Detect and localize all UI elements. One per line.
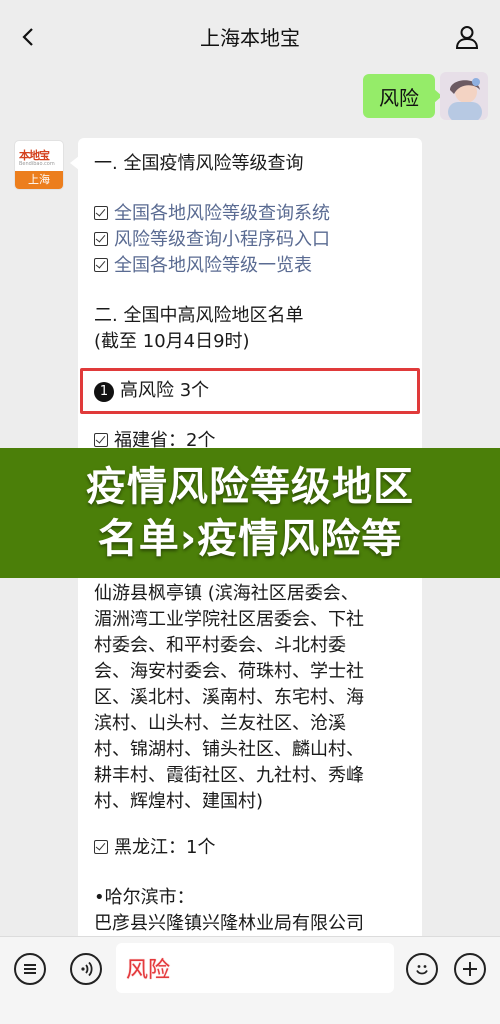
voice-icon — [81, 961, 93, 977]
message-input[interactable]: 风险 — [116, 943, 394, 993]
checkbox-icon — [94, 433, 108, 447]
area-line: 耕丰村、霞街社区、九社村、秀峰 — [94, 765, 364, 786]
user-icon — [455, 26, 479, 49]
checkbox-icon — [94, 206, 108, 220]
section-heading: 一. 全国疫情风险等级查询 — [94, 153, 304, 174]
title-banner: 疫情风险等级地区 名单›疫情风险等 — [0, 448, 500, 578]
banner-line-1: 疫情风险等级地区 — [86, 464, 414, 510]
chat-title: 上海本地宝 — [200, 25, 300, 50]
chevron-left-icon — [22, 28, 33, 46]
my-avatar[interactable] — [440, 72, 488, 120]
message-input-text: 风险 — [126, 958, 171, 983]
area-line: 村、辉煌村、建国村) — [94, 791, 264, 812]
area-line: 村、锦湖村、铺头社区、麟山村、 — [94, 739, 364, 760]
plus-icon — [463, 962, 477, 976]
brand-logo-subtext: Bendibao.com — [19, 161, 55, 167]
chat-input-bar: 风险 — [0, 936, 500, 1024]
my-message-bubble[interactable]: 风险 — [363, 74, 442, 118]
area-line: 仙游县枫亭镇 (滨海社区居委会、 — [94, 583, 359, 604]
checkbox-icon — [94, 258, 108, 272]
menu-toggle-button[interactable] — [14, 953, 46, 985]
more-button[interactable] — [454, 953, 486, 985]
province-heilongjiang: 黑龙江：1个 — [94, 835, 215, 861]
top-nav-bar: 上海本地宝 — [0, 0, 500, 72]
emoji-icon — [416, 965, 428, 975]
account-avatar[interactable]: 本地宝 Bendibao.com 上海 — [14, 140, 64, 190]
area-line: 湄洲湾工业学院社区居委会、下社 — [94, 609, 364, 630]
link-text: 全国各地风险等级一览表 — [114, 255, 312, 276]
checkbox-icon — [94, 840, 108, 854]
chat-info-button[interactable] — [450, 20, 484, 54]
banner-line-2: 名单›疫情风险等 — [97, 516, 403, 562]
list-icon — [24, 964, 36, 974]
link-text: 全国各地风险等级查询系统 — [114, 203, 330, 224]
link-text: 风险等级查询小程序码入口 — [114, 229, 330, 250]
avatar-photo — [440, 72, 488, 120]
area-line: 会、海安村委会、荷珠村、学士社 — [94, 661, 364, 682]
area-line: 区、溪北村、溪南村、东宅村、海 — [94, 687, 364, 708]
brand-city-label: 上海 — [15, 171, 63, 189]
checkbox-icon — [94, 232, 108, 246]
back-button[interactable] — [12, 20, 46, 54]
number-badge: 1 — [94, 382, 114, 402]
link-item[interactable]: 全国各地风险等级一览表 — [94, 253, 312, 279]
high-risk-text: 高风险 3个 — [120, 380, 210, 401]
link-item[interactable]: 全国各地风险等级查询系统 — [94, 201, 330, 227]
my-message-text: 风险 — [379, 85, 419, 110]
as-of-date: (截至 10月4日9时) — [94, 331, 250, 352]
area-line: 巴彦县兴隆镇兴隆林业局有限公司 — [94, 913, 364, 934]
emoji-button[interactable] — [406, 953, 438, 985]
section-heading: 二. 全国中高风险地区名单 — [94, 305, 304, 326]
area-line: 村委会、和平村委会、斗北村委 — [94, 635, 346, 656]
city-harbin: •哈尔滨市： — [94, 887, 195, 908]
link-item[interactable]: 风险等级查询小程序码入口 — [94, 227, 330, 253]
area-line: 滨村、山头村、兰友社区、沧溪 — [94, 713, 346, 734]
province-text: 黑龙江：1个 — [114, 837, 216, 858]
voice-button[interactable] — [70, 953, 102, 985]
high-risk-count: 1 高风险 3个 — [94, 378, 209, 404]
